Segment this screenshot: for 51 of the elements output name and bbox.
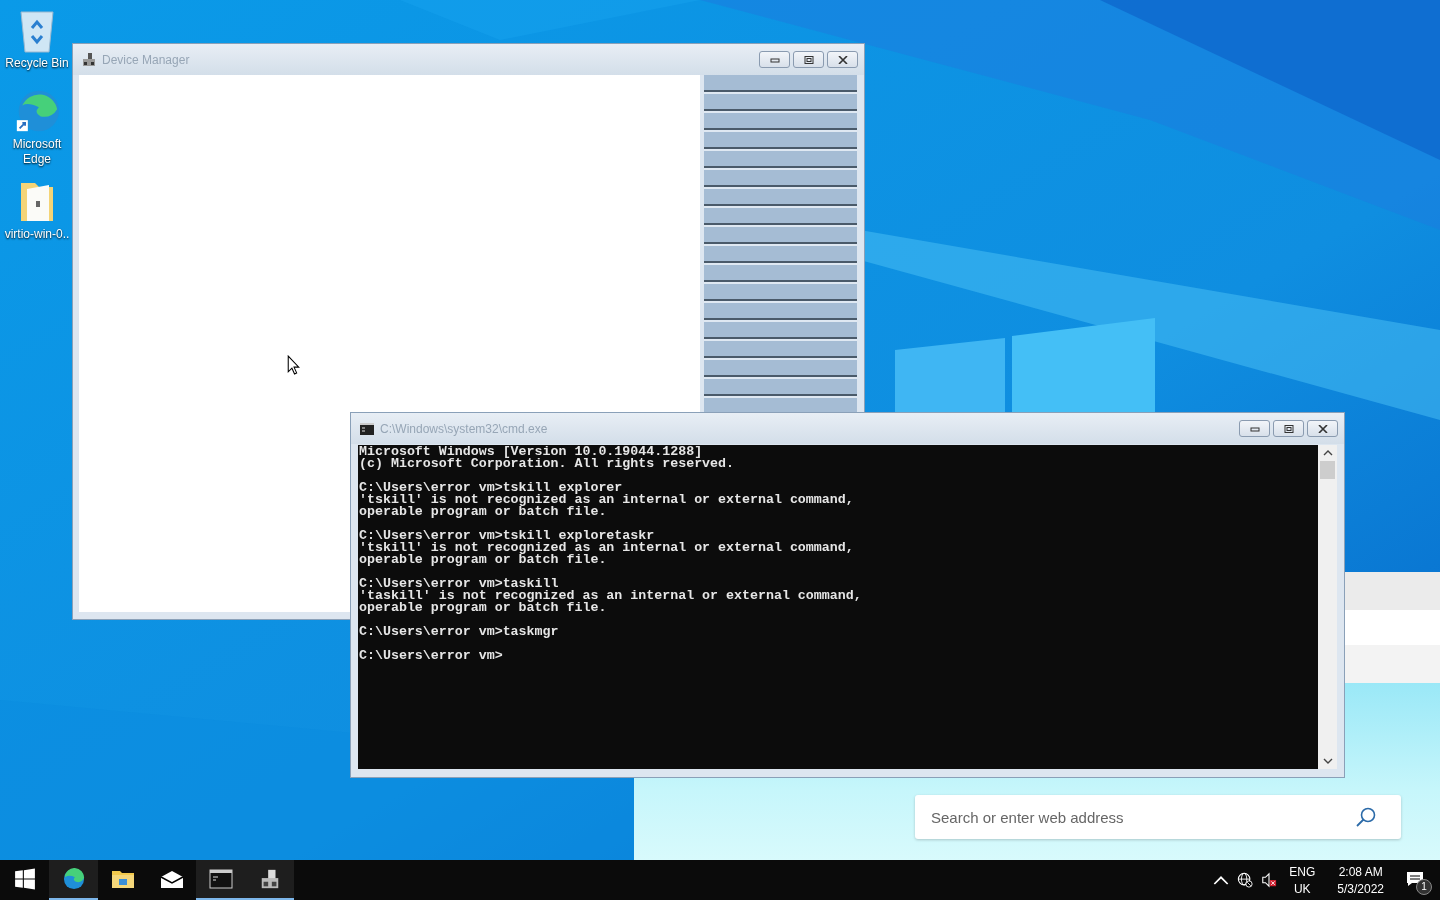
maximize-icon bbox=[1283, 424, 1294, 433]
search-icon[interactable] bbox=[1355, 806, 1377, 828]
taskbar-button[interactable] bbox=[49, 860, 98, 900]
notification-count: 1 bbox=[1416, 879, 1432, 895]
scroll-up-icon[interactable] bbox=[1322, 449, 1333, 457]
console-line: 'taskill' is not recognized as an internal or external command, bbox=[359, 590, 863, 602]
close-button[interactable] bbox=[1307, 420, 1338, 437]
taskbar-button[interactable] bbox=[196, 860, 245, 900]
browser-icon bbox=[61, 868, 86, 890]
console-icon bbox=[360, 421, 374, 436]
clock-date[interactable]: 5/3/2022 bbox=[1337, 881, 1384, 896]
language-indicator[interactable]: ENG bbox=[1289, 864, 1316, 879]
search-field[interactable]: Search or enter web address bbox=[915, 795, 1401, 839]
console-icon bbox=[208, 868, 233, 890]
folder-icon bbox=[110, 868, 135, 890]
windows-logo-icon bbox=[12, 868, 37, 890]
close-icon bbox=[1317, 424, 1328, 433]
network-icon[interactable] bbox=[1237, 872, 1254, 888]
clock-time[interactable]: 2:08 AM bbox=[1338, 864, 1383, 879]
close-icon bbox=[837, 55, 848, 64]
minimize-icon bbox=[1249, 424, 1260, 433]
keyboard-layout-indicator[interactable]: UK bbox=[1293, 881, 1311, 896]
mail-icon bbox=[159, 868, 184, 890]
console-line: operable program or batch file. bbox=[359, 602, 608, 614]
scroll-down-icon[interactable] bbox=[1322, 757, 1333, 765]
window-title: C:\Windows\system32\cmd.exe bbox=[380, 421, 549, 436]
close-button[interactable] bbox=[827, 51, 858, 68]
console-line: 'tskill' is not recognized as an internal or external command, bbox=[359, 494, 855, 506]
console-line: (c) Microsoft Corporation. All rights reserved. bbox=[359, 458, 736, 470]
scroll-thumb[interactable] bbox=[1320, 461, 1335, 479]
search-placeholder: Search or enter web address bbox=[931, 808, 1124, 826]
muted-speaker-icon[interactable] bbox=[1261, 872, 1278, 888]
notifications-button[interactable]: 1 bbox=[1402, 865, 1432, 895]
console-line: C:\Users\error vm>tskill exploretaskr bbox=[359, 530, 655, 542]
console-line: 'tskill' is not recognized as an internal or external command, bbox=[359, 542, 855, 554]
console-line: C:\Users\error vm>tskill explorer bbox=[359, 482, 623, 494]
maximize-icon bbox=[803, 55, 814, 64]
taskbar-button[interactable] bbox=[245, 860, 294, 900]
maximize-button[interactable] bbox=[793, 51, 824, 68]
minimize-icon bbox=[769, 55, 780, 64]
console-line: operable program or batch file. bbox=[359, 554, 608, 566]
console-line: C:\Users\error vm>taskmgr bbox=[359, 626, 560, 638]
console-line: operable program or batch file. bbox=[359, 506, 608, 518]
console-line: Microsoft Windows [Version 10.0.19044.1288] bbox=[359, 446, 703, 458]
console-line: C:\Users\error vm> bbox=[359, 650, 504, 662]
mouse-pointer-icon bbox=[287, 355, 300, 375]
window-title: Device Manager bbox=[102, 52, 191, 67]
maximize-button[interactable] bbox=[1273, 420, 1304, 437]
scrollbar[interactable] bbox=[1318, 445, 1337, 769]
console-line: C:\Users\error vm>taskill bbox=[359, 578, 559, 590]
device-manager-icon bbox=[82, 52, 96, 67]
